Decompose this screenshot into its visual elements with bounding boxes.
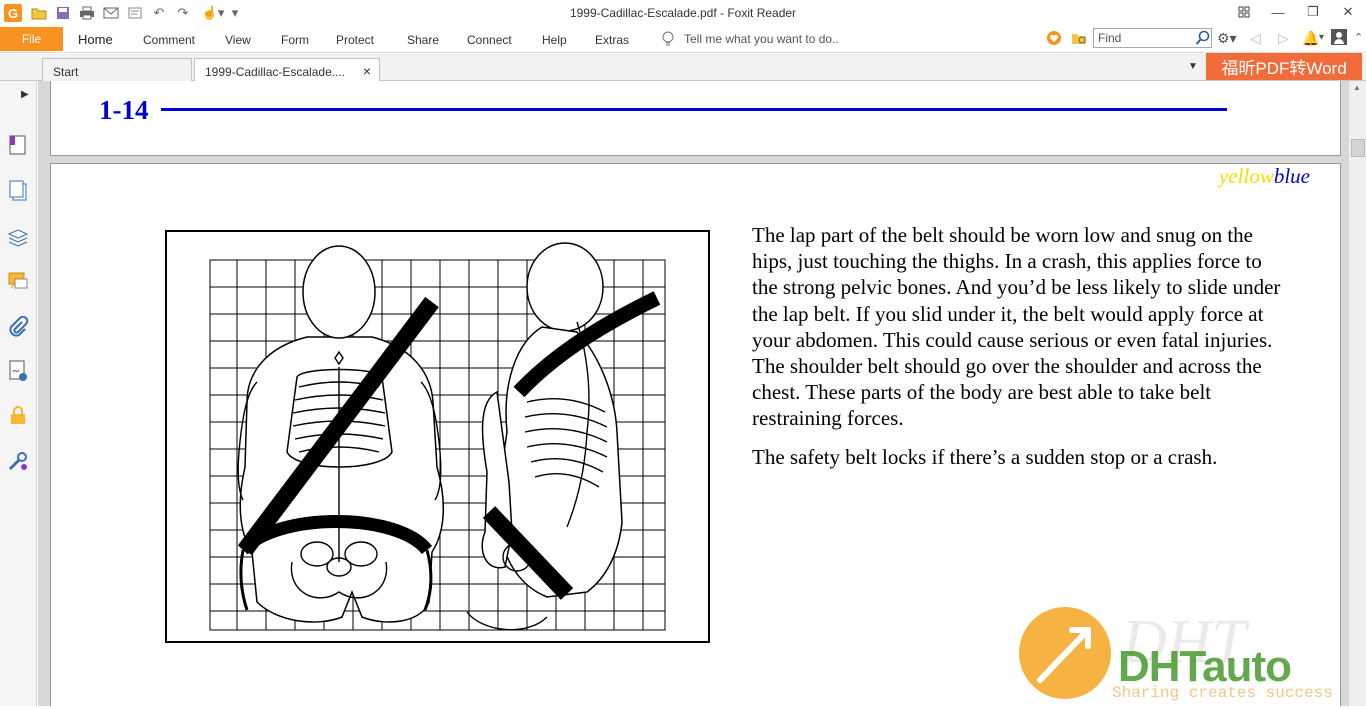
notification-bell-icon[interactable]: 🔔 — [1302, 30, 1319, 47]
tab-start[interactable]: Start — [42, 58, 192, 81]
tab-start-label: Start — [53, 65, 79, 79]
dhtauto-watermark: DHT DHTauto Sharing creates success — [1010, 600, 1366, 706]
title-bar: G ↶ ↷ ☝▾ ▾ 1999-Cadillac-Escalade.pdf - … — [0, 0, 1366, 26]
user-account-icon[interactable] — [1331, 29, 1347, 48]
page-number: 1-14 — [99, 95, 149, 125]
attachments-icon[interactable] — [7, 315, 29, 338]
expand-panel-icon[interactable]: ▶ — [21, 89, 29, 100]
color-label-blue: blue — [1273, 164, 1310, 188]
scroll-up-arrow-icon[interactable]: ▲ — [1353, 83, 1361, 92]
watermark-tagline: Sharing creates success — [1112, 684, 1333, 702]
paragraph-lap-belt: The lap part of the belt should be worn … — [752, 223, 1281, 431]
lightbulb-icon — [662, 31, 674, 50]
file-tab[interactable]: File — [0, 27, 63, 51]
layers-icon[interactable] — [7, 226, 29, 248]
close-button[interactable]: ✕ — [1334, 2, 1362, 22]
close-tab-icon[interactable]: × — [363, 63, 371, 79]
tab-protect[interactable]: Protect — [336, 33, 374, 47]
color-label-yellow: yellow — [1219, 164, 1274, 188]
tab-form[interactable]: Form — [281, 33, 309, 47]
document-tab-strip: Start 1999-Cadillac-Escalade.... × ▼ — [0, 54, 1366, 81]
tab-list-dropdown-icon[interactable]: ▼ — [1188, 61, 1198, 72]
security-lock-icon[interactable] — [7, 404, 29, 426]
pdf-page-previous: 1-14 — [50, 81, 1341, 156]
tab-document-label: 1999-Cadillac-Escalade.... — [205, 65, 346, 79]
header-rule — [161, 108, 1227, 111]
comments-icon[interactable] — [7, 270, 29, 292]
collapse-ribbon-icon[interactable]: ⌃ — [1354, 31, 1363, 44]
page-body-text: The lap part of the belt should be worn … — [752, 222, 1292, 482]
seatbelt-skeleton-illustration — [165, 230, 710, 643]
tools-icon[interactable] — [7, 450, 29, 472]
bell-dropdown-icon[interactable]: ▾ — [1319, 32, 1324, 43]
heart-icon[interactable] — [1046, 30, 1062, 49]
maximize-button[interactable]: ❐ — [1299, 2, 1327, 22]
scrollbar-thumb[interactable] — [1351, 139, 1365, 157]
tab-document[interactable]: 1999-Cadillac-Escalade.... × — [194, 58, 380, 81]
minimize-button[interactable]: — — [1264, 2, 1292, 22]
tab-help[interactable]: Help — [542, 33, 567, 47]
pages-icon[interactable] — [7, 180, 29, 202]
color-labels: yellowblue — [1219, 164, 1310, 189]
previous-result-icon[interactable]: ◁ — [1250, 30, 1261, 47]
tell-me-input[interactable]: Tell me what you want to do.. — [684, 32, 839, 46]
tab-extras[interactable]: Extras — [595, 33, 629, 47]
restore-ribbon-icon[interactable] — [1230, 2, 1258, 22]
tab-comment[interactable]: Comment — [143, 33, 195, 47]
tab-share[interactable]: Share — [407, 33, 439, 47]
bookmarks-icon[interactable] — [7, 134, 29, 156]
next-result-icon[interactable]: ▷ — [1278, 30, 1289, 47]
search-icon[interactable] — [1195, 30, 1211, 49]
window-title: 1999-Cadillac-Escalade.pdf - Foxit Reade… — [569, 6, 797, 20]
tab-connect[interactable]: Connect — [467, 33, 512, 47]
navigation-panel: ▶ — [0, 81, 37, 706]
settings-gear-icon[interactable]: ⚙▾ — [1217, 30, 1237, 47]
pdf-to-word-promo-button[interactable]: 福昕PDF转Word — [1206, 53, 1362, 80]
folder-search-icon[interactable] — [1071, 30, 1087, 49]
tab-home[interactable]: Home — [78, 32, 113, 47]
paragraph-belt-locks: The safety belt locks if there’s a sudde… — [752, 444, 1218, 469]
signatures-icon[interactable] — [7, 360, 29, 382]
tab-view[interactable]: View — [225, 33, 251, 47]
